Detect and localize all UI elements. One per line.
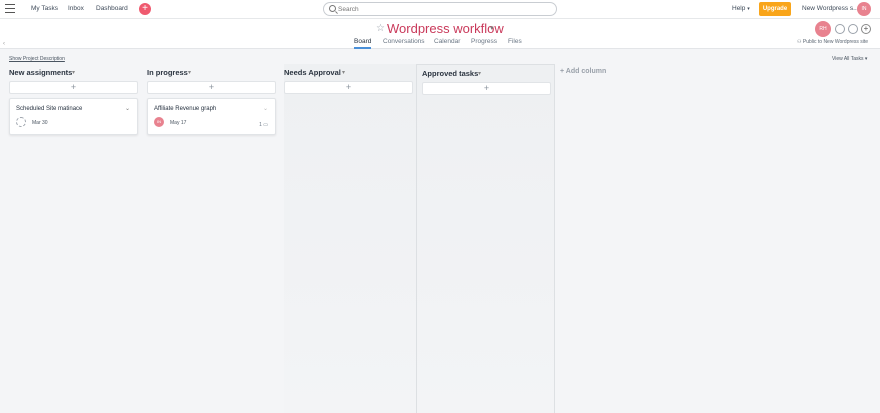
nav-my-tasks[interactable]: My Tasks: [31, 5, 58, 12]
show-description-link[interactable]: Show Project Description: [9, 56, 65, 62]
chevron-down-icon[interactable]: ▾: [490, 24, 494, 32]
board-column: Approved tasks ▾ +: [416, 64, 555, 413]
hamburger-menu-icon[interactable]: [5, 4, 15, 14]
board-column: Needs Approval ▾ +: [284, 64, 420, 413]
add-task-button[interactable]: +: [422, 82, 551, 95]
help-label: Help: [732, 5, 746, 12]
column-title[interactable]: Needs Approval: [284, 68, 341, 77]
tab-board[interactable]: Board: [354, 38, 372, 49]
column-title[interactable]: New assignments: [9, 68, 72, 77]
search-input[interactable]: [338, 4, 538, 14]
chevron-down-icon[interactable]: ▾: [342, 69, 345, 76]
column-title[interactable]: In progress: [147, 68, 188, 77]
user-avatar[interactable]: IN: [857, 2, 871, 16]
view-all-tasks[interactable]: View All Tasks ▾: [832, 56, 867, 62]
chevron-down-icon[interactable]: ▾: [72, 69, 75, 76]
add-member-icon[interactable]: +: [861, 24, 871, 34]
board-column: In progress ▾ + Affiliate Revenue graph …: [147, 64, 283, 413]
project-header: ‹ ☆ Wordpress workflow ▾ Board Conversat…: [0, 19, 880, 49]
assignee-avatar[interactable]: IN: [154, 117, 164, 127]
top-bar: My Tasks Inbox Dashboard + Help ▾ Upgrad…: [0, 0, 880, 19]
tab-progress[interactable]: Progress: [471, 38, 497, 45]
card-due-date[interactable]: May 17: [170, 120, 186, 126]
nav-inbox[interactable]: Inbox: [68, 5, 84, 12]
add-column-button[interactable]: + Add column: [560, 68, 606, 75]
chevron-down-icon[interactable]: ⌄: [125, 105, 130, 112]
privacy-text: Public to New Wordpress site: [802, 39, 869, 45]
view-all-label: View All Tasks: [832, 56, 864, 62]
comment-icon: ▭: [263, 122, 268, 128]
quick-add-icon[interactable]: +: [139, 3, 151, 15]
unassigned-avatar-icon[interactable]: [16, 117, 26, 127]
add-task-button[interactable]: +: [9, 81, 138, 94]
search-box[interactable]: [323, 2, 557, 16]
chevron-down-icon[interactable]: ▾: [478, 70, 481, 77]
chevron-down-icon: ▾: [747, 6, 750, 12]
task-card[interactable]: Affiliate Revenue graph ⌄ IN May 17 1 ▭: [147, 98, 276, 135]
card-title: Affiliate Revenue graph: [154, 106, 217, 112]
column-title[interactable]: Approved tasks: [422, 69, 478, 78]
add-task-button[interactable]: +: [147, 81, 276, 94]
nav-dashboard[interactable]: Dashboard: [96, 5, 128, 12]
comment-count-value: 1: [259, 122, 262, 128]
collapse-sidebar-icon[interactable]: ‹: [3, 41, 5, 47]
board-column: New assignments ▾ + Scheduled Site matin…: [9, 64, 145, 413]
comment-count[interactable]: 1 ▭: [259, 122, 268, 128]
empty-member-icon[interactable]: [835, 24, 845, 34]
member-avatar[interactable]: RH: [815, 21, 831, 37]
workspace-switcher[interactable]: New Wordpress s...: [802, 5, 859, 12]
tab-files[interactable]: Files: [508, 38, 522, 45]
help-menu[interactable]: Help ▾: [732, 5, 750, 12]
tab-calendar[interactable]: Calendar: [434, 38, 460, 45]
chevron-down-icon: ▾: [864, 56, 868, 62]
task-card[interactable]: Scheduled Site matinace ⌄ Mar 30: [9, 98, 138, 135]
star-icon[interactable]: ☆: [376, 23, 385, 34]
card-due-date[interactable]: Mar 30: [32, 120, 48, 126]
chevron-down-icon[interactable]: ⌄: [263, 105, 268, 112]
privacy-label[interactable]: ⚇ Public to New Wordpress site: [797, 39, 868, 45]
chevron-down-icon[interactable]: ▾: [188, 69, 191, 76]
people-icon: ⚇: [797, 39, 802, 45]
search-icon: [329, 5, 336, 12]
empty-member-icon[interactable]: [848, 24, 858, 34]
project-title[interactable]: Wordpress workflow: [387, 21, 504, 36]
upgrade-button[interactable]: Upgrade: [759, 2, 791, 16]
tab-conversations[interactable]: Conversations: [383, 38, 425, 45]
add-task-button[interactable]: +: [284, 81, 413, 94]
card-title: Scheduled Site matinace: [16, 106, 83, 112]
